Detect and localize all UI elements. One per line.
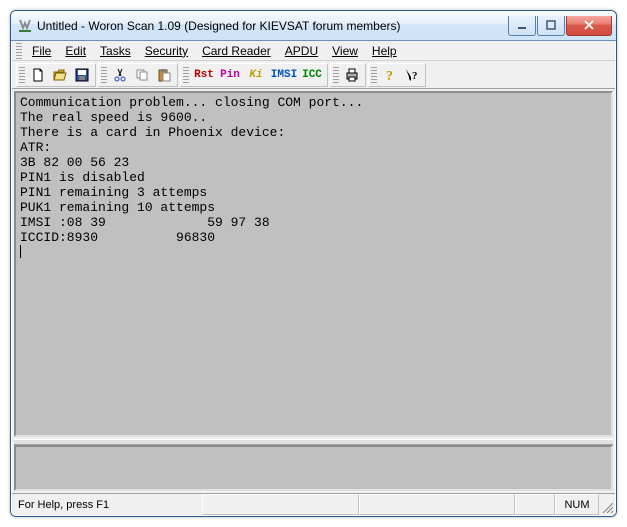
svg-text:?: ? bbox=[412, 70, 418, 82]
toolbar: Rst Pin Ki IMSI ICC ? ? bbox=[12, 61, 615, 89]
console-output[interactable]: Communication problem... closing COM por… bbox=[14, 91, 613, 437]
maximize-button[interactable] bbox=[537, 16, 565, 36]
status-help: For Help, press F1 bbox=[12, 494, 202, 515]
app-icon bbox=[17, 18, 33, 34]
close-button[interactable] bbox=[566, 16, 612, 36]
cut-button[interactable] bbox=[109, 65, 131, 85]
svg-text:?: ? bbox=[386, 69, 393, 83]
copy-button[interactable] bbox=[131, 65, 153, 85]
toolbar-grip-1[interactable] bbox=[19, 67, 25, 83]
app-window: Untitled - Woron Scan 1.09 (Designed for… bbox=[10, 10, 617, 517]
text-caret bbox=[20, 245, 21, 258]
statusbar: For Help, press F1 NUM bbox=[12, 493, 615, 515]
status-pane-1 bbox=[202, 494, 359, 515]
minimize-button[interactable] bbox=[508, 16, 536, 36]
resize-grip[interactable] bbox=[599, 494, 615, 515]
status-num: NUM bbox=[555, 494, 599, 515]
new-button[interactable] bbox=[27, 65, 49, 85]
menu-apdu[interactable]: APDU bbox=[279, 43, 324, 59]
menu-help[interactable]: Help bbox=[366, 43, 403, 59]
client-area: File Edit Tasks Security Card Reader APD… bbox=[11, 41, 616, 516]
menubar: File Edit Tasks Security Card Reader APD… bbox=[12, 41, 615, 61]
rst-button[interactable]: Rst bbox=[191, 65, 217, 85]
menu-tasks[interactable]: Tasks bbox=[94, 43, 137, 59]
context-help-button[interactable]: ? bbox=[401, 65, 423, 85]
toolbar-grip-5[interactable] bbox=[371, 67, 377, 83]
paste-button[interactable] bbox=[153, 65, 175, 85]
help-button[interactable]: ? bbox=[379, 65, 401, 85]
ki-button[interactable]: Ki bbox=[243, 65, 269, 85]
window-title: Untitled - Woron Scan 1.09 (Designed for… bbox=[37, 19, 508, 33]
open-button[interactable] bbox=[49, 65, 71, 85]
menu-edit[interactable]: Edit bbox=[59, 43, 92, 59]
menu-file[interactable]: File bbox=[26, 43, 57, 59]
print-button[interactable] bbox=[341, 65, 363, 85]
save-button[interactable] bbox=[71, 65, 93, 85]
menu-view[interactable]: View bbox=[326, 43, 364, 59]
menubar-grip[interactable] bbox=[16, 43, 22, 59]
icc-button[interactable]: ICC bbox=[299, 65, 325, 85]
console-text: Communication problem... closing COM por… bbox=[20, 95, 363, 245]
menu-cardreader[interactable]: Card Reader bbox=[196, 43, 277, 59]
toolbar-grip-4[interactable] bbox=[333, 67, 339, 83]
menu-security[interactable]: Security bbox=[139, 43, 194, 59]
lower-pane[interactable] bbox=[14, 445, 613, 491]
pin-button[interactable]: Pin bbox=[217, 65, 243, 85]
imsi-button[interactable]: IMSI bbox=[269, 65, 299, 85]
titlebar[interactable]: Untitled - Woron Scan 1.09 (Designed for… bbox=[11, 11, 616, 41]
status-pane-3 bbox=[515, 494, 555, 515]
toolbar-grip-3[interactable] bbox=[183, 67, 189, 83]
toolbar-grip-2[interactable] bbox=[101, 67, 107, 83]
status-pane-2 bbox=[359, 494, 516, 515]
